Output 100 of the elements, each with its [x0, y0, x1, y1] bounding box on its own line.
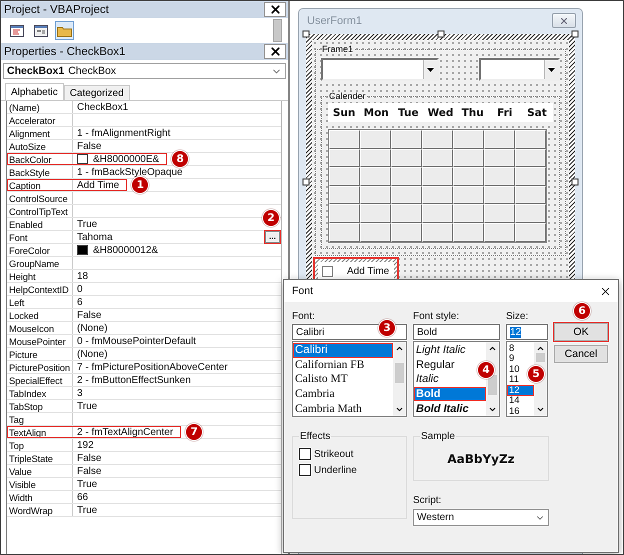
checkbox[interactable]: [299, 464, 311, 476]
property-value[interactable]: 7 - fmPicturePositionAboveCenter: [77, 362, 228, 372]
resize-handle[interactable]: [302, 30, 310, 38]
property-value[interactable]: &H80000012&: [93, 244, 158, 256]
object-dropdown[interactable]: CheckBox1 CheckBox: [3, 63, 286, 79]
close-button[interactable]: [264, 2, 286, 17]
checkbox[interactable]: [299, 448, 311, 460]
property-value[interactable]: True: [77, 504, 98, 516]
property-value[interactable]: True: [77, 218, 98, 230]
step-badge: 7: [185, 423, 204, 441]
ellipsis-button[interactable]: ...: [265, 231, 280, 243]
dialog-title: Font: [292, 285, 314, 297]
property-value[interactable]: (None): [77, 348, 108, 360]
property-value[interactable]: True: [77, 400, 98, 412]
list-option[interactable]: 12: [507, 385, 534, 396]
scroll-down-icon[interactable]: [395, 405, 404, 414]
list-option[interactable]: Light Italic: [414, 343, 468, 358]
list-option[interactable]: Calisto MT: [293, 372, 350, 387]
resize-handle[interactable]: [437, 30, 444, 38]
list-option[interactable]: 9: [507, 354, 516, 364]
property-value[interactable]: 1 - fmBackStyleOpaque: [77, 166, 183, 178]
checkbox[interactable]: [322, 266, 333, 277]
scroll-down-icon[interactable]: [488, 405, 497, 414]
weekday-label: Mon: [362, 106, 390, 118]
frame-caption: Calender: [328, 91, 367, 101]
property-value[interactable]: Tahoma: [77, 232, 113, 242]
text-field[interactable]: 12: [506, 324, 548, 340]
toggle-folders-button[interactable]: [55, 21, 74, 40]
property-value[interactable]: &H8000000E&: [93, 154, 160, 164]
pane-title: Project - VBAProject: [4, 4, 109, 16]
scroll-up-icon[interactable]: [395, 344, 404, 353]
list-option[interactable]: Cambria Math: [293, 401, 364, 416]
property-value[interactable]: False: [77, 140, 102, 152]
list-option[interactable]: 16: [507, 406, 522, 416]
sample-text: AaBbYyZz: [446, 452, 516, 466]
list-option[interactable]: 8: [507, 343, 516, 354]
combo-box[interactable]: [321, 58, 439, 81]
step-badge: 8: [171, 150, 190, 168]
property-value[interactable]: 0: [77, 284, 83, 294]
text-field[interactable]: Bold: [413, 324, 500, 340]
property-value[interactable]: Add Time: [77, 180, 120, 190]
property-name: PicturePosition: [7, 361, 73, 373]
property-value[interactable]: 192: [77, 440, 94, 450]
step-badge: 6: [573, 302, 591, 320]
window-title: UserForm1: [307, 14, 362, 26]
list-option[interactable]: Bold: [414, 386, 486, 402]
property-value[interactable]: 2 - fmTextAlignCenter: [77, 426, 174, 438]
property-value[interactable]: False: [77, 466, 102, 476]
property-name: Tag: [7, 413, 73, 425]
property-value[interactable]: 2 - fmButtonEffectSunken: [77, 374, 191, 386]
property-value[interactable]: False: [77, 310, 102, 320]
property-name: Top: [7, 439, 73, 451]
resize-handle[interactable]: [572, 30, 578, 38]
list-option[interactable]: Italic: [414, 372, 441, 387]
property-name: Enabled: [7, 218, 73, 230]
scroll-thumb[interactable]: [488, 375, 497, 395]
property-value[interactable]: 66: [77, 492, 88, 502]
checkbox-label: Strikeout: [314, 448, 354, 460]
group-caption: Sample: [420, 431, 456, 442]
weekday-label: Fri: [496, 106, 514, 118]
field-label: Script:: [413, 495, 442, 506]
list-option[interactable]: Cambria: [293, 386, 337, 402]
combo-box[interactable]: [479, 58, 560, 81]
dropdown-arrow-icon: [427, 68, 434, 72]
resize-handle[interactable]: [302, 178, 310, 186]
list-option[interactable]: Bold Italic: [414, 401, 471, 416]
list-option[interactable]: 11: [507, 374, 521, 385]
cancel-button[interactable]: Cancel: [554, 345, 608, 363]
list-option[interactable]: Californian FB: [293, 358, 366, 372]
property-name: SpecialEffect: [7, 374, 73, 386]
tab[interactable]: Alphabetic: [5, 83, 64, 100]
weekday-label: Sat: [526, 106, 548, 118]
dropdown-arrow-icon: [548, 68, 555, 72]
property-name: MousePointer: [7, 335, 73, 347]
property-value[interactable]: 0 - fmMousePointerDefault: [77, 336, 196, 346]
property-value[interactable]: 1 - fmAlignmentRight: [77, 128, 170, 138]
scroll-up-icon[interactable]: [488, 344, 497, 353]
property-value[interactable]: 18: [77, 270, 88, 282]
property-value[interactable]: CheckBox1: [77, 102, 128, 112]
option-list[interactable]: Calibri Californian FB Calisto MT Cambria Cambria Math: [292, 341, 407, 417]
scroll-thumb[interactable]: [395, 363, 404, 383]
property-value[interactable]: False: [77, 452, 102, 464]
property-name: ControlTipText: [7, 205, 73, 217]
property-value[interactable]: 3: [77, 388, 83, 398]
property-value[interactable]: (None): [77, 322, 108, 334]
list-option[interactable]: 14: [507, 396, 522, 406]
script-dropdown[interactable]: Western: [413, 509, 549, 526]
list-option[interactable]: Calibri: [293, 343, 393, 358]
property-value[interactable]: True: [77, 478, 98, 490]
object-type: CheckBox: [68, 65, 116, 77]
form-window-icon: [34, 24, 48, 36]
property-value[interactable]: 6: [77, 296, 83, 308]
list-option[interactable]: Regular: [414, 358, 457, 372]
ok-button[interactable]: OK: [554, 323, 608, 341]
list-option[interactable]: 10: [507, 364, 522, 374]
resize-handle[interactable]: [572, 178, 578, 186]
list-scrollbar[interactable]: [393, 342, 406, 416]
tab[interactable]: Categorized: [64, 85, 130, 100]
close-button[interactable]: [264, 44, 286, 59]
scrollbar[interactable]: [273, 19, 282, 42]
